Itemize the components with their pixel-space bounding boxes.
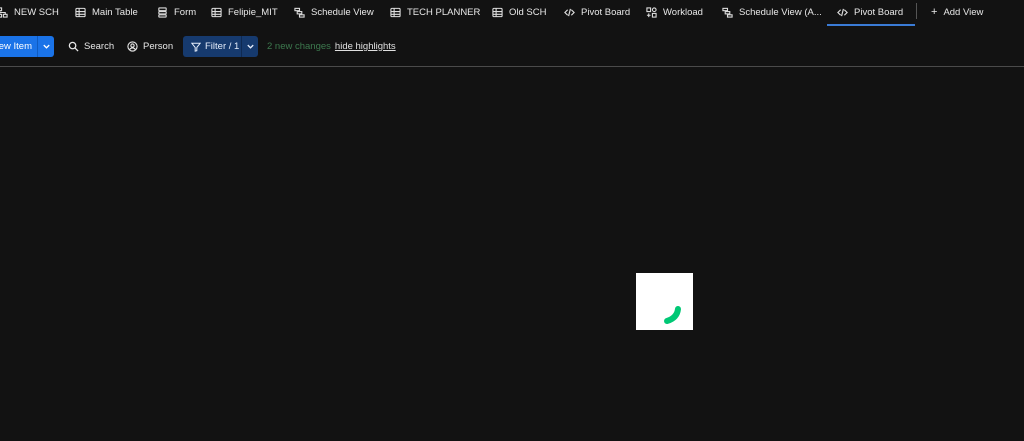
plus-icon: + [931, 5, 938, 18]
hierarchy-icon [0, 6, 8, 18]
toolbar-divider [0, 66, 1024, 67]
tab-label: Workload [663, 6, 703, 18]
changes-indicator: 2 new changes hide highlights [267, 36, 396, 57]
form-icon [157, 6, 168, 18]
changes-count-text: 2 new changes [267, 41, 331, 52]
person-label: Person [143, 41, 174, 52]
tab-pivot-board-1[interactable]: Pivot Board [564, 0, 630, 24]
filter-main[interactable]: Filter / 1 [183, 41, 241, 52]
filter-icon [191, 42, 201, 52]
search-button[interactable]: Search [68, 36, 114, 57]
tab-felipie-mit[interactable]: Felipie_MIT [211, 0, 278, 24]
search-label: Search [84, 41, 115, 52]
tab-label: Pivot Board [854, 6, 904, 18]
tab-old-sch[interactable]: Old SCH [492, 0, 546, 24]
tab-label: Form [174, 6, 197, 18]
gantt-icon [294, 7, 305, 18]
add-view-label: Add View [943, 6, 984, 18]
table-icon [211, 7, 222, 18]
tab-label: Pivot Board [581, 6, 631, 18]
tab-workload[interactable]: Workload [646, 0, 703, 24]
tab-label: Old SCH [509, 6, 547, 18]
add-view-button[interactable]: + Add View [931, 0, 983, 24]
spinner-arc-icon [664, 306, 681, 324]
tab-tech-planner[interactable]: TECH PLANNER [390, 0, 480, 24]
table-icon [390, 7, 401, 18]
tab-label: Main Table [92, 6, 138, 18]
tab-form[interactable]: Form [157, 0, 196, 24]
table-icon [75, 7, 86, 18]
tab-pivot-board-2[interactable]: Pivot Board [826, 0, 916, 26]
tab-schedule-view[interactable]: Schedule View [294, 0, 374, 24]
hide-highlights-link[interactable]: hide highlights [335, 41, 396, 52]
tab-label: TECH PLANNER [407, 6, 481, 18]
code-icon [837, 7, 848, 18]
table-icon [492, 7, 503, 18]
filter-button[interactable]: Filter / 1 [183, 36, 258, 57]
new-item-button[interactable]: New Item [0, 36, 54, 57]
gantt-icon [722, 7, 733, 18]
chevron-down-icon[interactable] [38, 42, 54, 51]
tab-label: NEW SCH [14, 6, 59, 18]
person-icon [127, 41, 138, 52]
tab-main-table[interactable]: Main Table [75, 0, 138, 24]
tab-new-sch[interactable]: NEW SCH [0, 0, 59, 24]
person-filter-button[interactable]: Person [127, 36, 173, 57]
tab-schedule-view-a[interactable]: Schedule View (A... [722, 0, 822, 24]
chevron-down-icon[interactable] [242, 42, 258, 51]
new-item-label: New Item [0, 41, 32, 52]
filter-label: Filter / 1 [205, 41, 240, 52]
tab-divider [916, 3, 917, 19]
tab-label: Felipie_MIT [228, 6, 278, 18]
code-icon [564, 7, 575, 18]
search-icon [68, 41, 79, 52]
views-tab-bar: NEW SCH Main Table Form Felipie_MIT Sche… [0, 0, 1024, 26]
loading-spinner [636, 273, 693, 330]
tab-label: Schedule View [311, 6, 374, 18]
tab-label: Schedule View (A... [739, 6, 822, 18]
board-toolbar: New Item Search Person Filter / 1 2 new … [0, 34, 1024, 58]
workload-icon [646, 6, 657, 18]
